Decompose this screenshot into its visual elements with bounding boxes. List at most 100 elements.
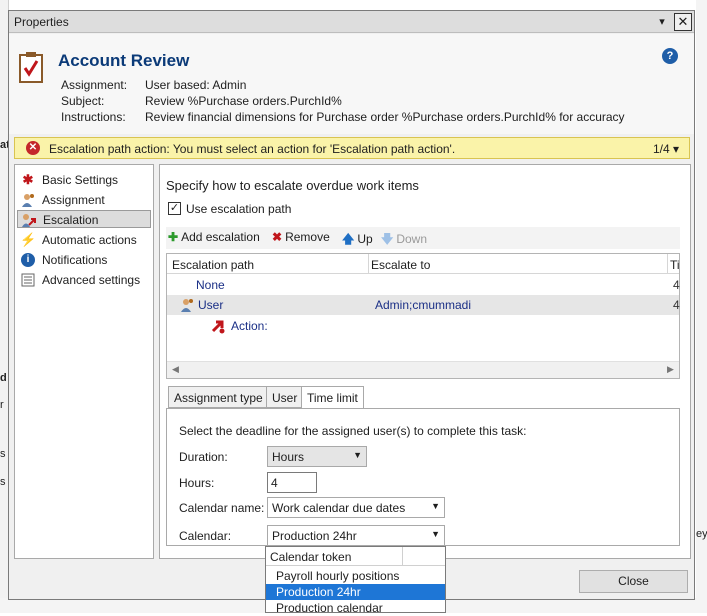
lightning-icon: ⚡ (20, 232, 37, 247)
subject-value: Review %Purchase orders.PurchId% (145, 94, 342, 108)
column-divider[interactable] (667, 254, 668, 274)
grid-header: Escalation path Escalate to Ti (167, 254, 680, 274)
background-text: ey (696, 528, 707, 540)
close-window-button[interactable]: ✕ (674, 13, 692, 31)
escalation-panel: Specify how to escalate overdue work ite… (159, 164, 691, 559)
nav-item-label: Advanced settings (42, 273, 141, 287)
use-escalation-checkbox[interactable]: ✓ (168, 202, 181, 215)
horizontal-scrollbar[interactable]: ◀ ▶ (167, 361, 679, 378)
nav-item-label: Automatic actions (42, 233, 137, 247)
settings-list-icon (21, 273, 35, 287)
duration-label: Duration: (179, 450, 228, 464)
instructions-label: Instructions: (61, 110, 126, 124)
nav-item-notifications[interactable]: i Notifications (17, 251, 151, 269)
dropdown-option[interactable]: Payroll hourly positions (266, 568, 445, 584)
user-icon (181, 299, 193, 312)
background-text: r (0, 399, 4, 411)
error-icon: ✕ (26, 141, 40, 155)
column-header-escalation-path[interactable]: Escalation path (172, 258, 254, 272)
user-assign-icon (22, 194, 34, 207)
validation-alert-bar[interactable]: ✕ Escalation path action: You must selec… (14, 137, 690, 159)
tab-time-limit[interactable]: Time limit (301, 386, 364, 409)
instructions-value: Review financial dimensions for Purchase… (145, 110, 625, 124)
time-limit-instruction: Select the deadline for the assigned use… (179, 424, 527, 438)
tab-assignment-type[interactable]: Assignment type (168, 386, 269, 408)
nav-item-label: Escalation (43, 213, 99, 227)
subject-label: Subject: (61, 94, 105, 108)
section-heading: Specify how to escalate overdue work ite… (166, 178, 419, 193)
background-text: s (0, 448, 6, 460)
dropdown-option-selected[interactable]: Production 24hr (266, 584, 445, 600)
calendar-name-value: Work calendar due dates (272, 501, 406, 515)
calendar-name-select[interactable]: Work calendar due dates ▼ (267, 497, 445, 518)
title-bar[interactable]: Properties ▾ ✕ (9, 11, 694, 33)
alert-message: Escalation path action: You must select … (49, 142, 456, 156)
close-button[interactable]: Close (579, 570, 688, 593)
alert-counter-dropdown[interactable]: 1/4 ▾ (653, 142, 679, 156)
action-arrow-icon (211, 320, 225, 334)
dialog-header: Account Review ? Assignment: User based:… (9, 34, 694, 134)
escalation-toolbar: ✚ Add escalation ✖ Remove 🡅 Up 🡇 Down (166, 227, 680, 249)
background-text: s (0, 476, 6, 488)
escalation-grid[interactable]: Escalation path Escalate to Ti None 4 Us… (166, 253, 680, 379)
chevron-down-icon: ▼ (353, 450, 362, 460)
up-button[interactable]: 🡅 Up (342, 230, 373, 251)
row-path: Action: (231, 319, 268, 333)
properties-dialog: Properties ▾ ✕ Account Review ? Assignme… (8, 10, 695, 600)
chevron-down-icon: ▼ (431, 501, 440, 511)
column-header-time[interactable]: Ti (670, 258, 680, 272)
column-header-escalate-to[interactable]: Escalate to (371, 258, 430, 272)
window-menu-button[interactable]: ▾ (653, 13, 671, 31)
background-app-right: ey (696, 0, 707, 613)
scroll-left-icon[interactable]: ◀ (172, 364, 179, 375)
dropdown-header: Calendar token (266, 547, 445, 566)
calendar-dropdown-list[interactable]: Calendar token Payroll hourly positions … (265, 546, 446, 616)
asterisk-icon: ✱ (22, 172, 34, 187)
task-document-icon (19, 52, 43, 83)
help-icon[interactable]: ? (662, 48, 678, 64)
row-third: 4 (673, 278, 680, 292)
dropdown-option[interactable]: Production calendar (266, 600, 445, 616)
down-label: Down (396, 232, 428, 246)
nav-item-label: Basic Settings (42, 173, 119, 187)
remove-button[interactable]: ✖ Remove (272, 230, 330, 244)
duration-select[interactable]: Hours ▼ (267, 446, 367, 467)
add-icon: ✚ (168, 230, 179, 244)
assignment-label: Assignment: (61, 78, 128, 92)
background-text: d (0, 372, 7, 384)
calendar-select[interactable]: Production 24hr ▼ (267, 525, 445, 545)
remove-icon: ✖ (272, 230, 283, 244)
scroll-right-icon[interactable]: ▶ (667, 364, 674, 375)
calendar-name-label: Calendar name: (179, 501, 265, 515)
info-icon: i (21, 253, 35, 267)
nav-item-basic-settings[interactable]: ✱ Basic Settings (17, 171, 151, 189)
nav-item-label: Assignment (42, 193, 105, 207)
tab-user[interactable]: User (266, 386, 304, 408)
escalation-icon (22, 214, 36, 227)
hours-value: 4 (271, 476, 278, 490)
nav-item-automatic-actions[interactable]: ⚡ Automatic actions (17, 231, 151, 249)
down-button[interactable]: 🡇 Down (381, 230, 427, 251)
hours-label: Hours: (179, 476, 215, 490)
column-divider[interactable] (368, 254, 369, 274)
row-path: None (196, 278, 225, 292)
duration-value: Hours (272, 450, 305, 464)
nav-item-escalation[interactable]: Escalation (17, 210, 151, 228)
down-arrow-icon: 🡇 (381, 232, 394, 246)
window-title: Properties (14, 15, 69, 29)
up-arrow-icon: 🡅 (342, 232, 355, 246)
chevron-down-icon: ▼ (431, 529, 440, 539)
row-third: 4 (673, 298, 680, 312)
nav-item-advanced-settings[interactable]: Advanced settings (17, 271, 151, 289)
calendar-label: Calendar: (179, 529, 232, 543)
table-row-selected[interactable]: User Admin;cmummadi 4 (167, 295, 680, 315)
add-escalation-button[interactable]: ✚ Add escalation (168, 230, 260, 244)
remove-label: Remove (285, 230, 330, 244)
table-row[interactable]: Action: (167, 316, 679, 336)
add-escalation-label: Add escalation (181, 230, 260, 244)
hours-input[interactable]: 4 (267, 472, 317, 493)
table-row[interactable]: None 4 (167, 275, 680, 295)
nav-item-assignment[interactable]: Assignment (17, 191, 151, 209)
dropdown-header-divider (402, 547, 403, 566)
row-path: User (198, 298, 224, 312)
